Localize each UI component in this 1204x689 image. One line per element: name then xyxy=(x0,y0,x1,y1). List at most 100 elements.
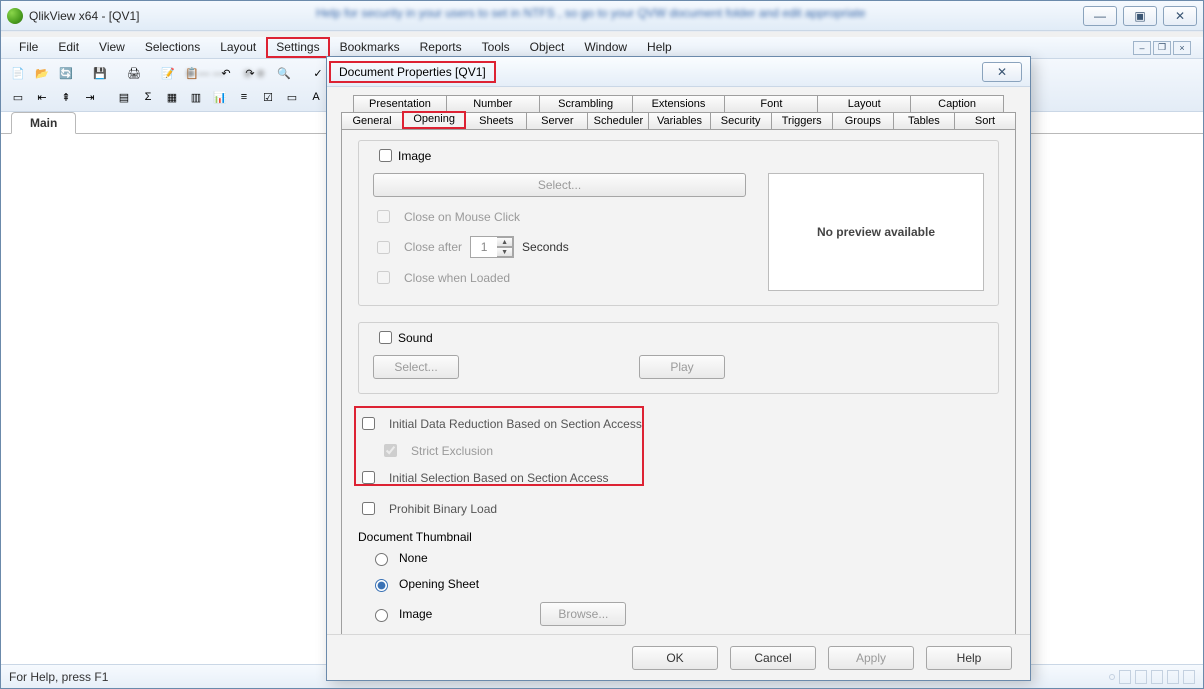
chart-left-icon[interactable]: ⇤ xyxy=(31,86,53,108)
chart-right-icon[interactable]: ⇥ xyxy=(79,86,101,108)
listbox-icon[interactable]: ▤ xyxy=(113,86,135,108)
menu-view[interactable]: View xyxy=(89,37,135,58)
tab-sheets[interactable]: Sheets xyxy=(465,112,527,129)
tab-number[interactable]: Number xyxy=(446,95,540,112)
chart-icon[interactable]: 📊 xyxy=(209,86,231,108)
menu-layout[interactable]: Layout xyxy=(210,37,266,58)
dialog-tabs: Presentation Number Scrambling Extension… xyxy=(341,95,1016,634)
close-when-loaded-checkbox[interactable] xyxy=(377,271,390,284)
close-after-value[interactable] xyxy=(471,237,497,257)
initial-data-reduction-checkbox[interactable] xyxy=(362,417,375,430)
inputbox-icon[interactable]: ≡ xyxy=(233,86,255,108)
thumbnail-opening-sheet-radio[interactable] xyxy=(375,579,388,592)
currentselections-icon[interactable]: ☑ xyxy=(257,86,279,108)
menu-object[interactable]: Object xyxy=(520,37,575,58)
ok-button[interactable]: OK xyxy=(632,646,718,670)
menu-reports[interactable]: Reports xyxy=(410,37,472,58)
refresh-icon[interactable]: 🔄 xyxy=(55,62,77,84)
tab-tables[interactable]: Tables xyxy=(893,112,955,129)
dialog-titlebar: Document Properties [QV1] ✕ xyxy=(327,57,1030,87)
mdi-minimize-icon[interactable]: – xyxy=(1133,41,1151,55)
menu-bookmarks[interactable]: Bookmarks xyxy=(330,37,410,58)
initial-selection-checkbox[interactable] xyxy=(362,471,375,484)
close-after-spinner[interactable]: ▲ ▼ xyxy=(470,236,514,258)
spinner-up-icon[interactable]: ▲ xyxy=(497,237,513,247)
prohibit-binary-load-checkbox[interactable] xyxy=(362,502,375,515)
print-icon[interactable]: 🖨 xyxy=(123,62,145,84)
tab-scheduler[interactable]: Scheduler xyxy=(587,112,649,129)
close-when-loaded-label: Close when Loaded xyxy=(404,271,510,285)
close-on-click-checkbox[interactable] xyxy=(377,210,390,223)
tab-general[interactable]: General xyxy=(341,112,403,129)
mdi-close-icon[interactable]: × xyxy=(1173,41,1191,55)
document-properties-dialog: Document Properties [QV1] ✕ Presentation… xyxy=(326,56,1031,681)
tab-caption[interactable]: Caption xyxy=(910,95,1004,112)
undo-icon[interactable]: ↶ xyxy=(215,62,237,84)
tab-extensions[interactable]: Extensions xyxy=(632,95,726,112)
close-button[interactable]: ✕ xyxy=(1163,6,1197,26)
search-icon[interactable]: 🔍 xyxy=(273,62,295,84)
menu-window[interactable]: Window xyxy=(574,37,637,58)
sheet-tab-main[interactable]: Main xyxy=(11,112,76,134)
save-icon[interactable]: 💾 xyxy=(89,62,111,84)
tab-opening[interactable]: Opening xyxy=(402,111,466,129)
help-button[interactable]: Help xyxy=(926,646,1012,670)
statusbar-text: For Help, press F1 xyxy=(9,670,108,684)
menu-help[interactable]: Help xyxy=(637,37,682,58)
thumbnail-opening-sheet-label: Opening Sheet xyxy=(399,577,479,591)
strict-exclusion-label: Strict Exclusion xyxy=(411,444,493,458)
sound-play-button[interactable]: Play xyxy=(639,355,725,379)
maximize-button[interactable]: ▣ xyxy=(1123,6,1157,26)
tab-server[interactable]: Server xyxy=(526,112,588,129)
redo-icon[interactable]: ↷ xyxy=(239,62,261,84)
tab-groups[interactable]: Groups xyxy=(832,112,894,129)
tab-presentation[interactable]: Presentation xyxy=(353,95,447,112)
tab-font[interactable]: Font xyxy=(724,95,818,112)
seconds-label: Seconds xyxy=(522,240,569,254)
thumbnail-image-radio[interactable] xyxy=(375,609,388,622)
dialog-close-button[interactable]: ✕ xyxy=(982,62,1022,82)
no-preview-label: No preview available xyxy=(817,225,935,239)
tab-security[interactable]: Security xyxy=(710,112,772,129)
tab-scrambling[interactable]: Scrambling xyxy=(539,95,633,112)
chart-up-icon[interactable]: ⇞ xyxy=(55,86,77,108)
statbox-icon[interactable]: Σ xyxy=(137,86,159,108)
cancel-button[interactable]: Cancel xyxy=(730,646,816,670)
tab-layout[interactable]: Layout xyxy=(817,95,911,112)
new-sheet-icon[interactable]: ▭ xyxy=(7,86,29,108)
apply-button[interactable]: Apply xyxy=(828,646,914,670)
multibox-icon[interactable]: ▦ xyxy=(161,86,183,108)
strict-exclusion-checkbox[interactable] xyxy=(384,444,397,457)
sound-select-button[interactable]: Select... xyxy=(373,355,459,379)
menu-selections[interactable]: Selections xyxy=(135,37,210,58)
spinner-down-icon[interactable]: ▼ xyxy=(497,247,513,257)
menu-file[interactable]: File xyxy=(9,37,48,58)
menu-settings[interactable]: Settings xyxy=(266,37,329,58)
menu-tools[interactable]: Tools xyxy=(472,37,520,58)
app-icon xyxy=(7,8,23,24)
textobject-icon[interactable]: A xyxy=(305,86,327,108)
image-select-button[interactable]: Select... xyxy=(373,173,746,197)
thumbnail-none-radio[interactable] xyxy=(375,553,388,566)
tab-triggers[interactable]: Triggers xyxy=(771,112,833,129)
statusbar-segment xyxy=(1183,670,1195,684)
reload-icon[interactable]: 📋 xyxy=(181,62,203,84)
open-icon[interactable]: 📂 xyxy=(31,62,53,84)
blurred-background-text: Help for security in your users to set i… xyxy=(316,6,1063,24)
close-after-checkbox[interactable] xyxy=(377,241,390,254)
sound-enable-checkbox[interactable] xyxy=(379,331,392,344)
new-doc-icon[interactable]: 📄 xyxy=(7,62,29,84)
thumbnail-browse-button[interactable]: Browse... xyxy=(540,602,626,626)
sound-group-label: Sound xyxy=(398,331,433,345)
prohibit-binary-load-label: Prohibit Binary Load xyxy=(389,502,497,516)
edit-script-icon[interactable]: 📝 xyxy=(157,62,179,84)
tab-variables[interactable]: Variables xyxy=(648,112,710,129)
minimize-button[interactable]: — xyxy=(1083,6,1117,26)
menu-edit[interactable]: Edit xyxy=(48,37,89,58)
tablebox-icon[interactable]: ▥ xyxy=(185,86,207,108)
dialog-footer: OK Cancel Apply Help xyxy=(327,634,1030,680)
button-icon[interactable]: ▭ xyxy=(281,86,303,108)
image-enable-checkbox[interactable] xyxy=(379,149,392,162)
tab-sort[interactable]: Sort xyxy=(954,112,1016,129)
mdi-restore-icon[interactable]: ❐ xyxy=(1153,41,1171,55)
